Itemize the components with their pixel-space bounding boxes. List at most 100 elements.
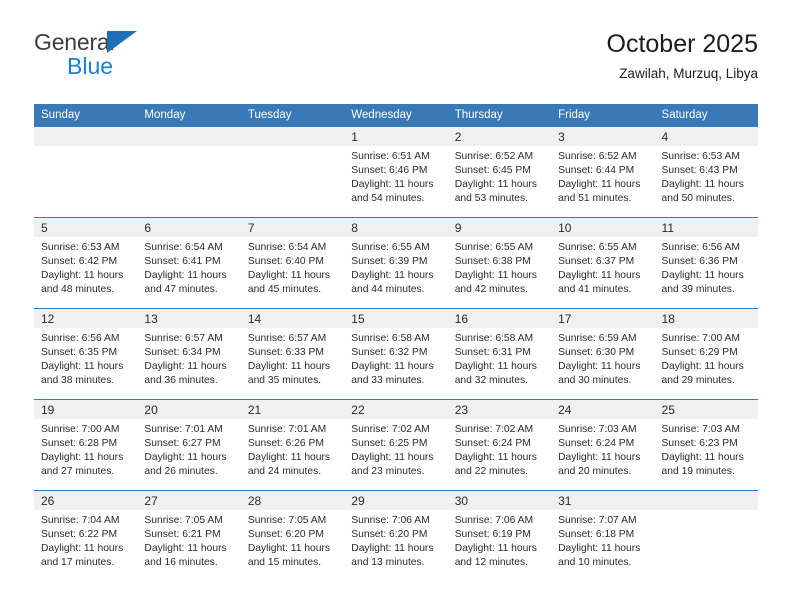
calendar-day-cell[interactable]: 17 Sunrise: 6:59 AM Sunset: 6:30 PM Dayligh… [551,308,655,400]
calendar-day-cell[interactable]: 6 Sunrise: 6:54 AM Sunset: 6:41 PM Daylight… [137,217,241,309]
daylight-text-line1: Daylight: 11 hours [661,270,744,282]
day-number-band [137,127,241,146]
sunset-text: Sunset: 6:39 PM [351,256,428,268]
day-number-band [654,491,758,510]
day-cell-inner: 19 Sunrise: 7:00 AM Sunset: 6:28 PM Dayligh… [34,400,138,490]
calendar-day-cell[interactable]: 24 Sunrise: 7:03 AM Sunset: 6:24 PM Dayligh… [551,399,655,491]
day-number: 8 [351,221,358,235]
day-cell-details: Sunrise: 7:00 AM Sunset: 6:28 PM Daylight:… [34,419,137,479]
calendar-day-cell[interactable]: 27 Sunrise: 7:05 AM Sunset: 6:21 PM Dayligh… [137,490,241,581]
calendar-week-row: 12 Sunrise: 6:56 AM Sunset: 6:35 PM Dayligh… [34,308,758,400]
sunset-text: Sunset: 6:36 PM [661,256,738,268]
sunrise-text: Sunrise: 6:54 AM [144,242,223,253]
calendar-day-cell[interactable]: 5 Sunrise: 6:53 AM Sunset: 6:42 PM Daylight… [34,217,138,309]
day-cell-details: Sunrise: 6:54 AM Sunset: 6:41 PM Daylight:… [137,237,240,297]
calendar-day-cell[interactable]: 22 Sunrise: 7:02 AM Sunset: 6:25 PM Dayligh… [344,399,448,491]
day-cell-details: Sunrise: 7:02 AM Sunset: 6:24 PM Daylight:… [448,419,551,479]
day-cell-inner: 28 Sunrise: 7:05 AM Sunset: 6:20 PM Dayligh… [240,491,345,581]
daylight-text-line1: Daylight: 11 hours [41,270,124,282]
daylight-text-line1: Daylight: 11 hours [454,452,537,464]
calendar-day-cell[interactable]: 16 Sunrise: 6:58 AM Sunset: 6:31 PM Dayligh… [447,308,552,400]
daylight-text-line1: Daylight: 11 hours [454,179,537,191]
daylight-text-line2: and 12 minutes. [454,557,528,569]
day-number-band: 21 [240,400,345,419]
daylight-text-line2: and 10 minutes. [558,557,632,569]
calendar-day-cell[interactable]: 10 Sunrise: 6:55 AM Sunset: 6:37 PM Dayligh… [551,217,655,309]
daylight-text-line1: Daylight: 11 hours [351,452,434,464]
brand-logo[interactable]: General Blue [34,28,164,86]
calendar-day-cell[interactable]: 30 Sunrise: 7:06 AM Sunset: 6:19 PM Dayligh… [447,490,552,581]
calendar-day-cell[interactable]: 11 Sunrise: 6:56 AM Sunset: 6:36 PM Dayligh… [654,217,758,309]
calendar-day-cell[interactable]: 1 Sunrise: 6:51 AM Sunset: 6:46 PM Daylight… [344,126,448,218]
weekday-header-saturday: Saturday [654,104,758,127]
day-number-band: 6 [137,218,241,237]
calendar-day-cell-empty [137,126,241,218]
day-cell-inner: 27 Sunrise: 7:05 AM Sunset: 6:21 PM Dayligh… [137,491,241,581]
calendar-day-cell[interactable]: 12 Sunrise: 6:56 AM Sunset: 6:35 PM Dayligh… [34,308,138,400]
calendar-week-row: 19 Sunrise: 7:00 AM Sunset: 6:28 PM Dayligh… [34,399,758,491]
day-cell-details: Sunrise: 7:00 AM Sunset: 6:29 PM Daylight:… [655,328,758,388]
calendar-grid: Sunday Monday Tuesday Wednesday Thursday… [34,104,758,581]
calendar-day-cell[interactable]: 7 Sunrise: 6:54 AM Sunset: 6:40 PM Daylight… [240,217,345,309]
calendar-day-cell[interactable]: 14 Sunrise: 6:57 AM Sunset: 6:33 PM Dayligh… [240,308,345,400]
calendar-day-cell[interactable]: 29 Sunrise: 7:06 AM Sunset: 6:20 PM Dayligh… [344,490,448,581]
weekday-header-friday: Friday [551,104,655,127]
day-number-band: 10 [551,218,655,237]
sunset-text: Sunset: 6:46 PM [351,165,428,177]
day-number: 17 [558,312,572,326]
daylight-text-line1: Daylight: 11 hours [247,270,331,282]
weekday-header-thursday: Thursday [447,104,552,127]
sunrise-text: Sunrise: 6:55 AM [558,242,637,253]
day-number: 6 [144,221,152,235]
day-cell-inner: 18 Sunrise: 7:00 AM Sunset: 6:29 PM Dayligh… [654,309,758,399]
day-number: 3 [558,130,565,144]
day-number-band: 5 [34,218,138,237]
daylight-text-line2: and 48 minutes. [41,284,115,296]
sunrise-text: Sunrise: 7:03 AM [558,424,637,435]
calendar-day-cell[interactable]: 26 Sunrise: 7:04 AM Sunset: 6:22 PM Dayligh… [34,490,138,581]
calendar-day-cell[interactable]: 28 Sunrise: 7:05 AM Sunset: 6:20 PM Dayligh… [240,490,345,581]
calendar-day-cell[interactable]: 13 Sunrise: 6:57 AM Sunset: 6:34 PM Dayligh… [137,308,241,400]
day-cell-details: Sunrise: 6:52 AM Sunset: 6:44 PM Daylight:… [551,146,654,206]
day-cell-inner: 22 Sunrise: 7:02 AM Sunset: 6:25 PM Dayligh… [344,400,448,490]
calendar-day-cell[interactable]: 4 Sunrise: 6:53 AM Sunset: 6:43 PM Daylight… [654,126,758,218]
sunset-text: Sunset: 6:20 PM [351,529,428,541]
calendar-day-cell[interactable]: 18 Sunrise: 7:00 AM Sunset: 6:29 PM Dayligh… [654,308,758,400]
sunset-text: Sunset: 6:22 PM [41,529,118,541]
sunrise-text: Sunrise: 6:55 AM [454,242,534,253]
calendar-day-cell[interactable]: 21 Sunrise: 7:01 AM Sunset: 6:26 PM Dayligh… [240,399,345,491]
sunset-text: Sunset: 6:45 PM [454,165,531,177]
calendar-day-cell[interactable]: 19 Sunrise: 7:00 AM Sunset: 6:28 PM Dayligh… [34,399,138,491]
calendar-day-cell[interactable]: 3 Sunrise: 6:52 AM Sunset: 6:44 PM Daylight… [551,126,655,218]
sunrise-text: Sunrise: 7:06 AM [454,515,534,526]
calendar-day-cell[interactable]: 9 Sunrise: 6:55 AM Sunset: 6:38 PM Daylight… [447,217,552,309]
day-number: 10 [558,221,572,235]
day-number-band: 16 [447,309,552,328]
calendar-day-cell[interactable]: 15 Sunrise: 6:58 AM Sunset: 6:32 PM Dayligh… [344,308,448,400]
daylight-text-line2: and 24 minutes. [247,466,322,478]
day-number: 15 [351,312,365,326]
calendar-day-cell[interactable]: 31 Sunrise: 7:07 AM Sunset: 6:18 PM Dayligh… [551,490,655,581]
day-cell-inner: 30 Sunrise: 7:06 AM Sunset: 6:19 PM Dayligh… [447,491,552,581]
day-number: 24 [558,403,572,417]
calendar-day-cell[interactable]: 2 Sunrise: 6:52 AM Sunset: 6:45 PM Daylight… [447,126,552,218]
day-cell-inner: 14 Sunrise: 6:57 AM Sunset: 6:33 PM Dayligh… [240,309,345,399]
calendar-day-cell[interactable]: 8 Sunrise: 6:55 AM Sunset: 6:39 PM Daylight… [344,217,448,309]
day-number: 31 [558,494,572,508]
day-cell-inner: 13 Sunrise: 6:57 AM Sunset: 6:34 PM Dayligh… [137,309,241,399]
sunrise-text: Sunrise: 6:54 AM [247,242,327,253]
day-number: 2 [454,130,462,144]
calendar-day-cell[interactable]: 20 Sunrise: 7:01 AM Sunset: 6:27 PM Dayligh… [137,399,241,491]
day-cell-details: Sunrise: 7:07 AM Sunset: 6:18 PM Daylight:… [551,510,654,570]
day-cell-inner [34,127,138,217]
calendar-day-cell[interactable]: 23 Sunrise: 7:02 AM Sunset: 6:24 PM Dayligh… [447,399,552,491]
triangle-icon [107,31,137,53]
daylight-text-line1: Daylight: 11 hours [558,270,641,282]
day-cell-details: Sunrise: 6:58 AM Sunset: 6:31 PM Daylight:… [448,328,551,388]
daylight-text-line1: Daylight: 11 hours [661,361,744,373]
sunrise-text: Sunrise: 7:00 AM [41,424,120,435]
day-cell-inner [137,127,241,217]
sunrise-text: Sunrise: 6:59 AM [558,333,637,344]
day-number: 4 [661,130,669,144]
calendar-day-cell[interactable]: 25 Sunrise: 7:03 AM Sunset: 6:23 PM Dayligh… [654,399,758,491]
